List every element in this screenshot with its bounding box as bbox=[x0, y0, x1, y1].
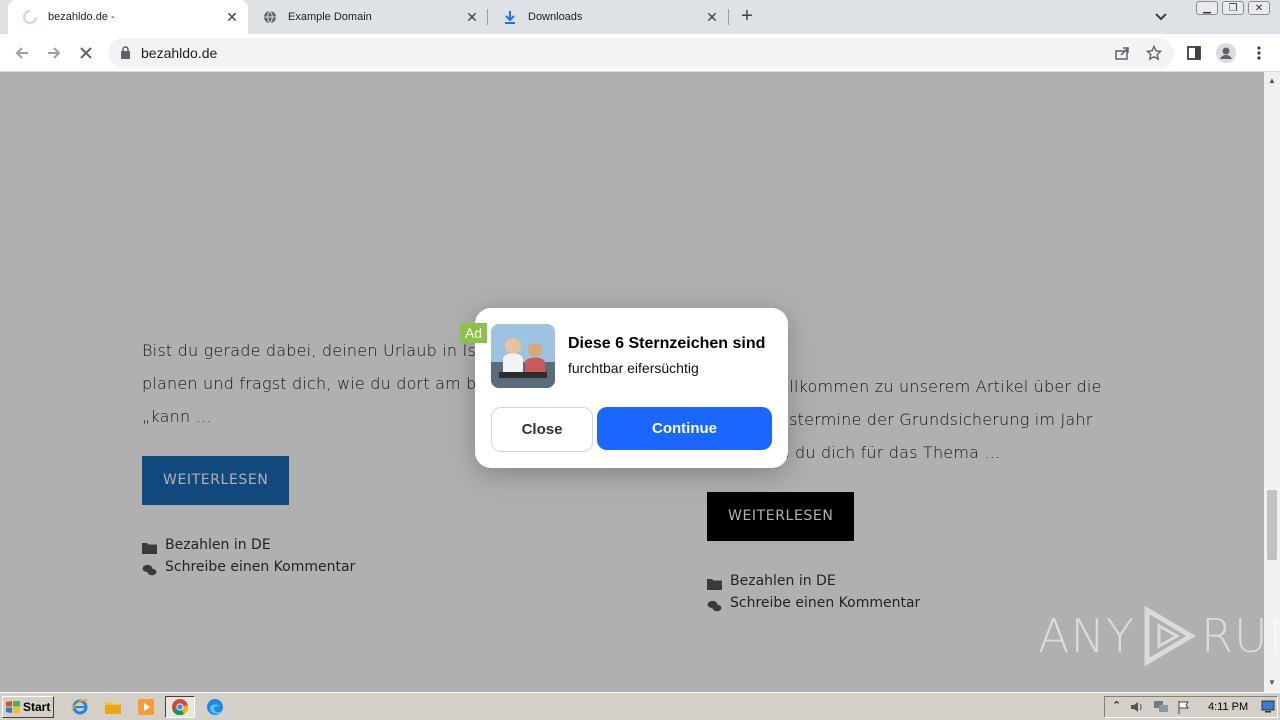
tab-search-icon[interactable] bbox=[1152, 9, 1170, 25]
watermark-text-left: ANY bbox=[1038, 609, 1135, 663]
ad-subtitle: furchtbar eifersüchtig bbox=[568, 360, 699, 376]
start-button[interactable]: Start bbox=[2, 696, 54, 718]
url-text: bezahldo.de bbox=[141, 45, 218, 61]
tab-downloads[interactable]: Downloads ✕ bbox=[488, 0, 728, 34]
start-label: Start bbox=[23, 700, 51, 714]
ad-popup: Ad Diese 6 Sternzeichen sind furchtbar e… bbox=[460, 308, 788, 468]
scrollbar-thumb[interactable] bbox=[1267, 490, 1277, 560]
tab-strip: bezahldo.de - ✕ Example Domain ✕ Downloa… bbox=[0, 0, 1280, 34]
window-controls: ▁ ❐ ✕ bbox=[1196, 1, 1270, 15]
action-center-flag-icon[interactable] bbox=[1177, 700, 1191, 719]
internet-explorer-icon[interactable] bbox=[71, 698, 89, 716]
ad-thumbnail-image[interactable] bbox=[491, 324, 555, 388]
scroll-up-arrow-icon[interactable]: ▲ bbox=[1268, 76, 1276, 85]
page-scrollbar[interactable]: ▲ ▼ bbox=[1264, 72, 1280, 692]
back-icon[interactable] bbox=[11, 42, 33, 64]
menu-kebab-icon[interactable] bbox=[1248, 42, 1270, 64]
show-desktop-icon[interactable] bbox=[1261, 699, 1275, 718]
close-button[interactable]: Close bbox=[491, 407, 593, 452]
tab-close-icon[interactable]: ✕ bbox=[224, 9, 240, 25]
restore-button[interactable]: ❐ bbox=[1222, 1, 1244, 15]
profile-avatar-icon[interactable] bbox=[1215, 42, 1237, 64]
share-icon[interactable] bbox=[1111, 42, 1133, 64]
play-logo-icon bbox=[1144, 606, 1196, 666]
tab-title: Downloads bbox=[528, 11, 583, 23]
file-explorer-icon[interactable] bbox=[104, 698, 122, 716]
loading-spinner-icon bbox=[22, 9, 38, 25]
close-window-button[interactable]: ✕ bbox=[1248, 1, 1270, 15]
globe-icon bbox=[262, 9, 278, 25]
scroll-down-arrow-icon[interactable]: ▼ bbox=[1268, 678, 1276, 687]
anyrun-watermark: ANY RUN bbox=[1038, 606, 1280, 666]
tab-title: Example Domain bbox=[288, 11, 372, 23]
watermark-text-right: RUN bbox=[1200, 609, 1280, 663]
stop-loading-icon[interactable] bbox=[75, 42, 97, 64]
tab-bezahldo[interactable]: bezahldo.de - ✕ bbox=[8, 0, 248, 34]
tab-separator bbox=[728, 9, 729, 25]
windows-taskbar: Start ⌃ 4:11 PM bbox=[0, 692, 1280, 720]
download-icon bbox=[502, 9, 518, 25]
ad-title[interactable]: Diese 6 Sternzeichen sind bbox=[568, 334, 783, 354]
media-player-icon[interactable] bbox=[137, 698, 155, 716]
tab-title: bezahldo.de - bbox=[48, 11, 115, 23]
bookmark-star-icon[interactable] bbox=[1143, 42, 1165, 64]
windows-logo-icon bbox=[6, 701, 20, 713]
tray-expand-icon[interactable]: ⌃ bbox=[1112, 699, 1121, 712]
minimize-button[interactable]: ▁ bbox=[1196, 1, 1218, 15]
side-panel-icon[interactable] bbox=[1183, 42, 1205, 64]
system-tray: ⌃ bbox=[1104, 696, 1278, 718]
chrome-taskbar-icon[interactable] bbox=[165, 696, 195, 718]
forward-icon[interactable] bbox=[43, 42, 65, 64]
tab-example-domain[interactable]: Example Domain ✕ bbox=[248, 0, 488, 34]
ad-badge: Ad bbox=[460, 323, 487, 343]
continue-button[interactable]: Continue bbox=[597, 407, 772, 450]
browser-toolbar: bezahldo.de bbox=[0, 34, 1280, 72]
edge-icon[interactable] bbox=[206, 698, 224, 716]
taskbar-clock[interactable]: 4:11 PM bbox=[1208, 701, 1248, 713]
tab-close-icon[interactable]: ✕ bbox=[464, 9, 480, 25]
network-icon[interactable] bbox=[1153, 700, 1169, 719]
address-bar[interactable]: bezahldo.de bbox=[108, 38, 1174, 68]
volume-icon[interactable] bbox=[1130, 700, 1144, 719]
lock-icon[interactable] bbox=[120, 46, 131, 59]
new-tab-button[interactable]: + bbox=[737, 6, 757, 27]
tab-close-icon[interactable]: ✕ bbox=[704, 9, 720, 25]
